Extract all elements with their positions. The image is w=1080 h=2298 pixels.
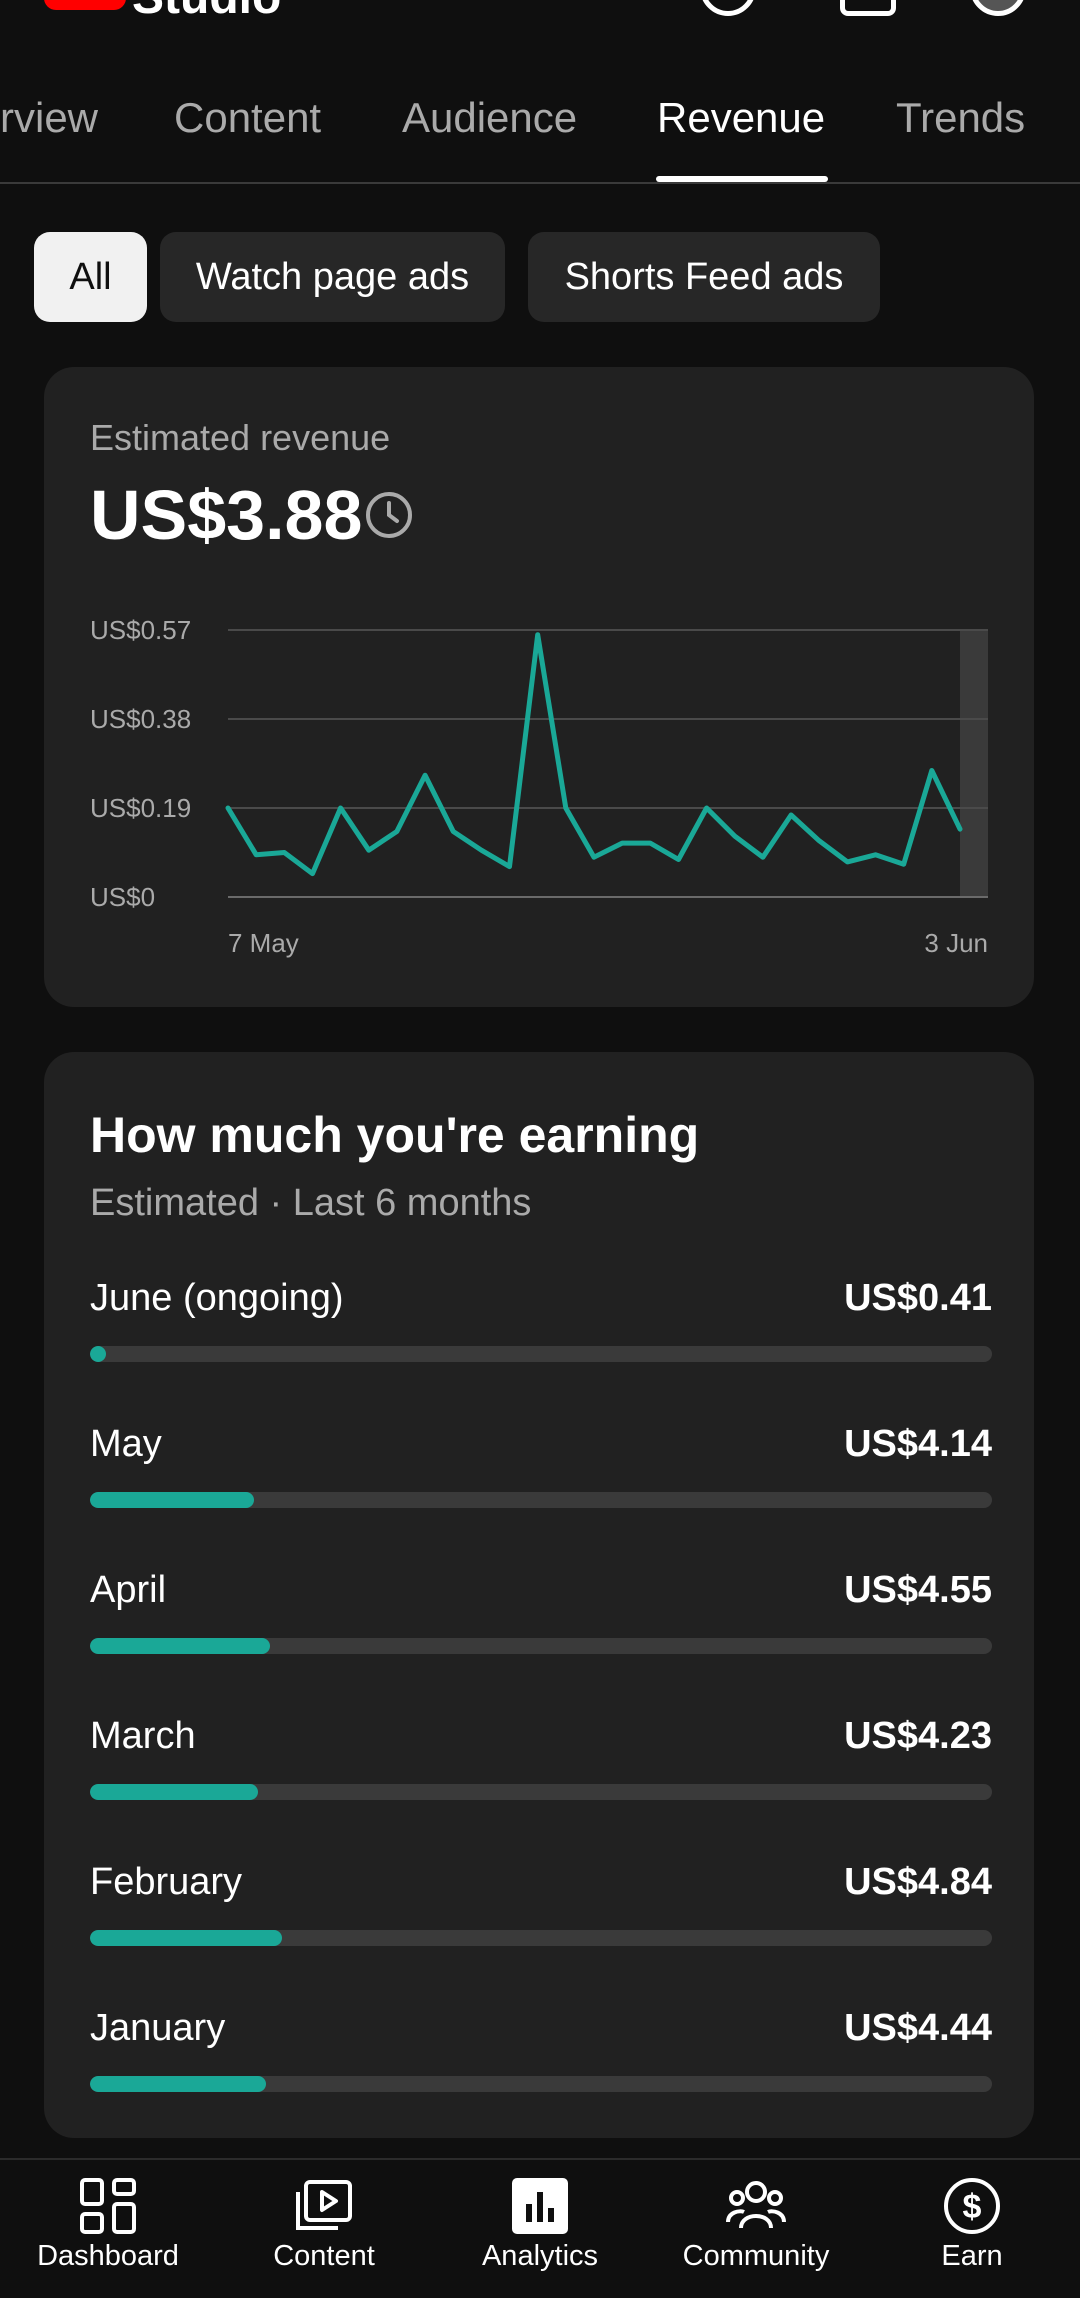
chart-highlight-band [960, 630, 988, 897]
nav-dashboard[interactable]: Dashboard [0, 2160, 216, 2298]
svg-text:$: $ [963, 2188, 982, 2226]
nav-earn[interactable]: $ Earn [864, 2160, 1080, 2298]
earnings-title: How much you're earning [90, 1107, 700, 1163]
earnings-bar-track [90, 1638, 992, 1654]
earnings-bar-fill [90, 1930, 283, 1946]
earnings-bar-track [90, 1930, 992, 1946]
earnings-row: January US$4.44 [90, 2007, 992, 2107]
month-name: February [90, 1861, 243, 1903]
month-value: US$4.55 [844, 1569, 992, 1611]
y-tick-label: US$0.57 [90, 615, 191, 645]
nav-community[interactable]: Community [648, 2160, 864, 2298]
earnings-bar-fill [90, 1784, 258, 1800]
month-value: US$4.44 [844, 2007, 992, 2049]
month-name: January [90, 2007, 226, 2049]
active-tab-indicator [656, 176, 828, 182]
earnings-card: How much you're earning Estimated · Last… [44, 1052, 1034, 2138]
y-tick-label: US$0.19 [90, 793, 191, 823]
notifications-icon[interactable] [840, 0, 896, 16]
earnings-bar-track [90, 2076, 992, 2092]
month-name: April [90, 1569, 167, 1611]
earnings-bar-track [90, 1492, 992, 1508]
earnings-bar-track [90, 1784, 992, 1800]
revenue-series-line [225, 632, 963, 877]
help-icon[interactable] [700, 0, 756, 16]
avatar[interactable] [970, 0, 1026, 16]
earnings-bar-track [90, 1346, 992, 1362]
earnings-bar-fill [90, 2076, 266, 2092]
bottom-nav: Dashboard Content Analytics Community $ … [0, 2158, 1080, 2298]
month-name: March [90, 1715, 196, 1757]
month-name: May [90, 1423, 162, 1465]
nav-content[interactable]: Content [216, 2160, 432, 2298]
earnings-row: April US$4.55 [90, 1569, 992, 1669]
month-value: US$4.23 [844, 1715, 992, 1757]
month-value: US$4.84 [844, 1861, 992, 1903]
nav-label-analytics: Analytics [481, 2240, 599, 2272]
analytics-icon [512, 2178, 568, 2234]
tab-trends[interactable]: Trends [896, 94, 1025, 142]
y-tick-label: US$0.38 [90, 704, 191, 734]
earnings-row: May US$4.14 [90, 1423, 992, 1523]
nav-label-community: Community [682, 2240, 830, 2272]
y-tick-label: US$0 [90, 882, 155, 912]
month-name: June (ongoing) [90, 1277, 344, 1319]
youtube-logo [44, 0, 126, 10]
revenue-chart[interactable]: US$0.57 US$0.38 US$0.19 US$0 7 May 3 Jun [44, 367, 1034, 1007]
x-start-label: 7 May [228, 928, 299, 958]
earnings-bar-fill [90, 1638, 271, 1654]
tab-revenue[interactable]: Revenue [657, 94, 825, 142]
chip-shorts-feed-ads[interactable]: Shorts Feed ads [528, 232, 880, 322]
chip-all[interactable]: All [34, 232, 147, 322]
tab-audience[interactable]: Audience [402, 94, 577, 142]
dashboard-icon [80, 2178, 136, 2234]
app-header: Studio [0, 0, 1080, 40]
month-value: US$0.41 [844, 1277, 992, 1319]
earnings-row: June (ongoing) US$0.41 [90, 1277, 992, 1377]
estimated-revenue-card[interactable]: Estimated revenue US$3.88 US$0.57 US$0.38… [44, 367, 1034, 1007]
earnings-bar-fill [90, 1346, 107, 1362]
earnings-bar-fill [90, 1492, 255, 1508]
analytics-tabs: rview Content Audience Revenue Trends [0, 80, 1080, 184]
community-icon [726, 2181, 786, 2229]
tab-content[interactable]: Content [174, 94, 321, 142]
tab-overview[interactable]: rview [0, 94, 98, 142]
earnings-subtitle: Estimated · Last 6 months [90, 1182, 532, 1224]
nav-analytics[interactable]: Analytics [432, 2160, 648, 2298]
earnings-row: February US$4.84 [90, 1861, 992, 1961]
x-end-label: 3 Jun [924, 928, 988, 958]
earnings-row: March US$4.23 [90, 1715, 992, 1815]
nav-label-content: Content [273, 2240, 375, 2272]
earn-icon: $ [944, 2178, 1000, 2234]
month-value: US$4.14 [844, 1423, 992, 1465]
nav-label-dashboard: Dashboard [37, 2240, 179, 2272]
chip-watch-page-ads[interactable]: Watch page ads [160, 232, 505, 322]
content-icon [296, 2180, 352, 2230]
nav-label-earn: Earn [941, 2240, 1003, 2272]
brand-name: Studio [132, 0, 281, 25]
